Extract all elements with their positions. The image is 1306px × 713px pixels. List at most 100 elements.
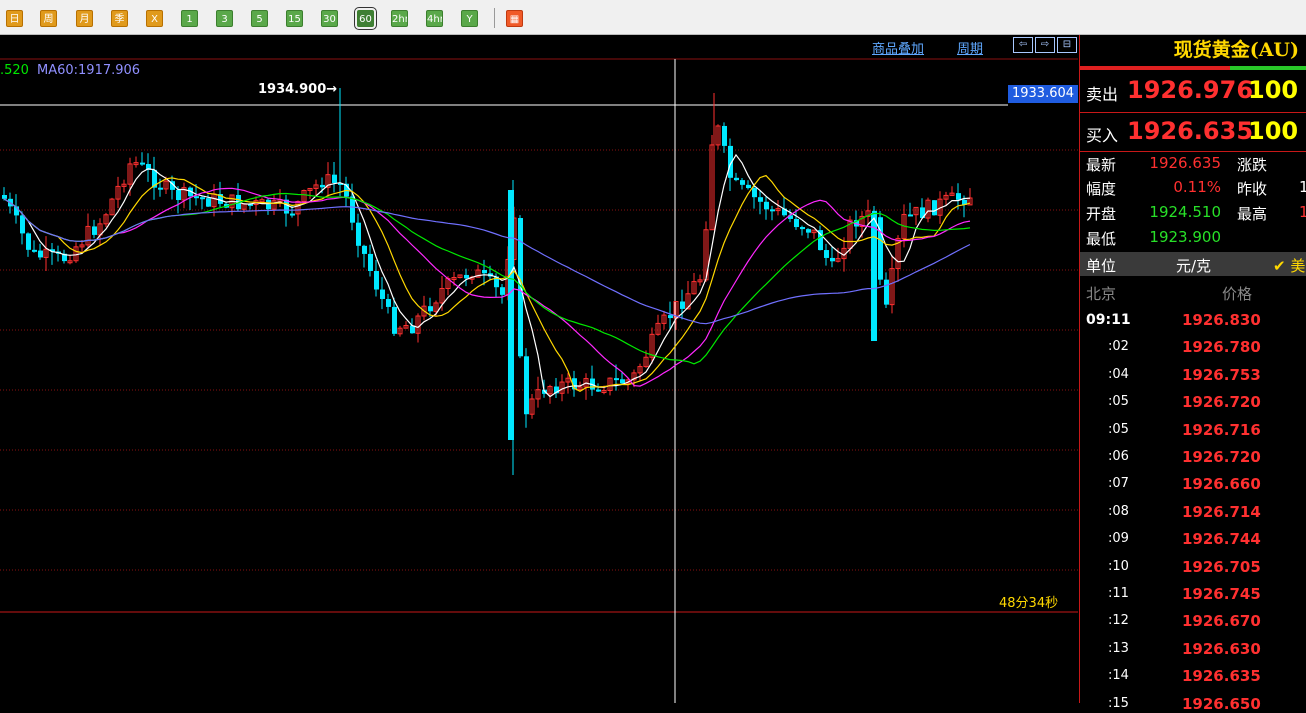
candle-body	[290, 213, 295, 216]
sell-price: 1926.976	[1127, 76, 1254, 104]
period-button[interactable]: 月	[76, 10, 93, 27]
candle-body	[350, 196, 355, 223]
candle-body	[20, 215, 25, 234]
buy-label: 买入	[1086, 126, 1119, 145]
period-button[interactable]: 季	[111, 10, 128, 27]
ma60-line	[3, 198, 971, 325]
scroll-right-icon[interactable]: ⇨	[1035, 37, 1055, 53]
tick-price: 1926.660	[1182, 475, 1261, 494]
page-arrows: ⇦ ⇨ ⊟	[1013, 37, 1077, 53]
candle-body	[374, 270, 379, 290]
candle-body	[464, 274, 469, 279]
tick-time: :13	[1108, 640, 1129, 656]
tick-price: 1926.745	[1182, 585, 1261, 603]
candle-body	[752, 188, 757, 198]
amplitude-label: 幅度	[1086, 180, 1117, 198]
period-button[interactable]: ▦	[506, 10, 523, 27]
candle-body	[92, 226, 97, 235]
candle-body	[32, 249, 37, 252]
toolbar-separator	[494, 8, 495, 28]
candle-body	[500, 287, 505, 295]
tick-header-time: 北京	[1086, 285, 1117, 303]
open-value: 1924.510	[1149, 203, 1221, 221]
period-button[interactable]: 60	[354, 7, 377, 30]
candle-body	[392, 306, 397, 334]
candle-body	[680, 301, 685, 309]
change-label: 涨跌	[1237, 156, 1268, 174]
period-toolbar: 日周 月 季 X 1 3 5 15 30 60 2hr 4hr Y ▦	[0, 0, 1306, 35]
tick-price: 1926.705	[1182, 557, 1261, 576]
tick-time: :12	[1108, 613, 1129, 629]
candle-body	[614, 378, 619, 381]
sell-quote-row[interactable]: 卖出 1926.976 100	[1080, 73, 1306, 109]
period-button[interactable]: 15	[286, 10, 303, 27]
low-label: 最低	[1086, 230, 1117, 248]
candle-body	[356, 222, 361, 246]
tick-price: 1926.744	[1182, 530, 1261, 549]
tick-price: 1926.830	[1182, 311, 1261, 329]
buy-ratio-bar	[1230, 66, 1306, 70]
candle-body	[362, 245, 367, 254]
candle-body	[620, 379, 625, 384]
low-value: 1923.900	[1149, 228, 1221, 246]
period-button[interactable]: 4hr	[426, 10, 443, 27]
candle-body	[871, 213, 877, 341]
bar-countdown: 48分34秒	[999, 596, 1059, 611]
tick-time: :04	[1108, 366, 1129, 382]
period-button[interactable]: 日	[6, 10, 23, 27]
candle-body	[332, 174, 337, 183]
candle-body	[770, 209, 775, 212]
buy-volume: 100	[1248, 117, 1299, 145]
tick-time: :15	[1108, 695, 1129, 711]
period-button[interactable]: 周	[40, 10, 57, 27]
divider	[1080, 112, 1306, 113]
candle-body	[830, 257, 835, 262]
ma5-line	[3, 153, 971, 398]
usd-toggle[interactable]: ✔ 美	[1273, 255, 1306, 276]
candle-body	[668, 315, 673, 319]
period-link[interactable]: 周期	[957, 38, 983, 57]
open-label: 开盘	[1086, 205, 1117, 223]
tick-price: 1926.635	[1182, 667, 1261, 686]
buy-quote-row[interactable]: 买入 1926.635 100	[1080, 114, 1306, 150]
period-button[interactable]: X	[146, 10, 163, 27]
kline-canvas[interactable]	[0, 35, 1078, 703]
period-button[interactable]: 1	[181, 10, 198, 27]
unit-value: 元/克	[1176, 257, 1212, 275]
unit-label: 单位	[1086, 257, 1117, 275]
ma-value-label: .520	[0, 63, 29, 78]
buy-price: 1926.635	[1127, 117, 1254, 145]
sell-label: 卖出	[1086, 85, 1119, 104]
tick-time: 09:11	[1086, 312, 1131, 328]
divider	[1080, 151, 1306, 152]
tick-time: :07	[1108, 476, 1129, 492]
candle-body	[806, 229, 811, 233]
tick-time: :05	[1108, 394, 1129, 410]
period-button[interactable]: 3	[216, 10, 233, 27]
prev-close-value: 1	[1299, 178, 1306, 196]
tick-time: :11	[1108, 586, 1129, 601]
tick-price: 1926.670	[1182, 612, 1261, 631]
candle-body	[794, 218, 799, 228]
candle-body	[140, 162, 145, 165]
scroll-left-icon[interactable]: ⇦	[1013, 37, 1033, 53]
amplitude-value: 0.11%	[1173, 178, 1221, 196]
candle-body	[26, 233, 31, 250]
split-view-icon[interactable]: ⊟	[1057, 37, 1077, 53]
candle-body	[176, 189, 181, 201]
period-button[interactable]: 5	[251, 10, 268, 27]
candle-body	[194, 196, 199, 199]
period-button[interactable]: 30	[321, 10, 338, 27]
candle-body	[824, 250, 829, 258]
ma30-line	[3, 192, 971, 365]
high-label: 最高	[1237, 205, 1268, 223]
kline-chart[interactable]: .520 MA60:1917.906 商品叠加 周期 ⇦ ⇨ ⊟ 1934.90…	[0, 35, 1078, 703]
period-button[interactable]: Y	[461, 10, 478, 27]
tick-price: 1926.650	[1182, 694, 1261, 713]
period-button[interactable]: 2hr	[391, 10, 408, 27]
candle-body	[746, 184, 751, 189]
candle-body	[764, 201, 769, 210]
overlay-link[interactable]: 商品叠加	[872, 38, 924, 57]
high-value: 1	[1299, 203, 1306, 221]
tick-time: :06	[1108, 449, 1129, 464]
